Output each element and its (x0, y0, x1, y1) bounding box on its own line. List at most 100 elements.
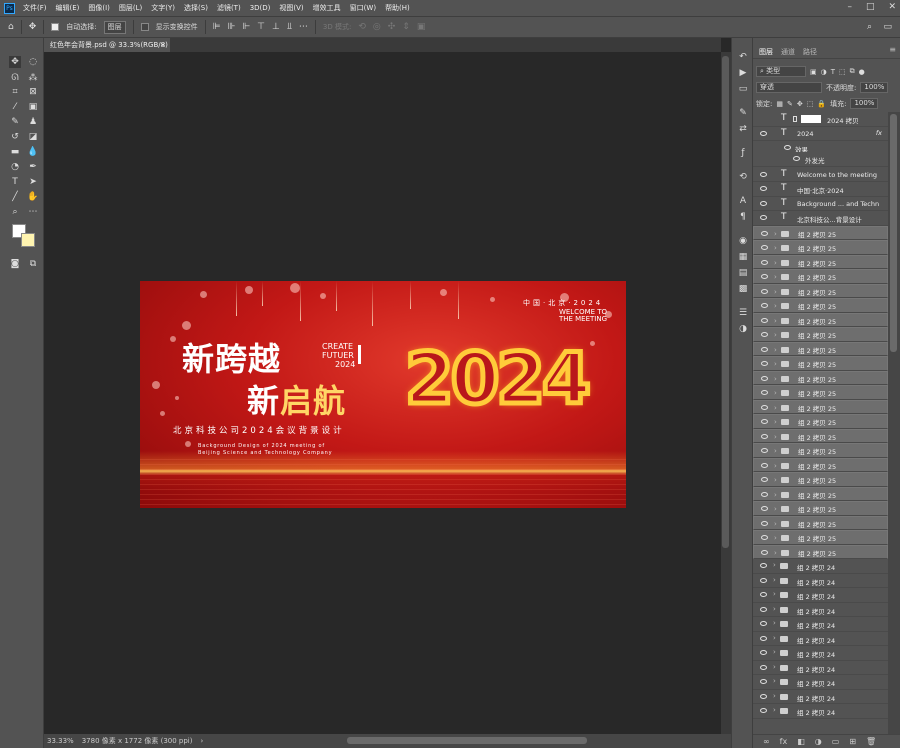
visibility-eye-icon[interactable] (760, 577, 767, 583)
group-row[interactable]: › 组 2 拷贝 25 (753, 225, 888, 240)
blend-mode-dropdown[interactable]: 穿透 (756, 82, 822, 93)
group-row[interactable]: › 组 2 拷贝 24 (753, 588, 888, 603)
search-icon[interactable]: ⌕ (867, 22, 872, 32)
group-row[interactable]: › 组 2 拷贝 25 (753, 356, 888, 371)
group-row[interactable]: › 组 2 拷贝 25 (753, 269, 888, 284)
quick-mask-icon[interactable]: ◙ (9, 258, 21, 270)
group-row[interactable]: › 组 2 拷贝 25 (753, 472, 888, 487)
blur-tool-icon[interactable]: 💧 (27, 146, 39, 158)
visibility-eye-icon[interactable] (761, 274, 768, 279)
brush-settings-icon[interactable]: ✎ (738, 108, 748, 118)
chevron-right-icon[interactable]: › (774, 461, 777, 472)
group-row[interactable]: › 组 2 拷贝 24 (753, 602, 888, 617)
menu-edit[interactable]: 编辑(E) (56, 3, 80, 13)
patterns-icon[interactable]: ▩ (738, 284, 748, 294)
status-arrow-icon[interactable]: › (200, 737, 203, 745)
delete-layer-icon[interactable]: 🗑 (866, 737, 876, 746)
home-icon[interactable]: ⌂ (8, 22, 14, 32)
paragraph-icon[interactable]: ¶ (738, 212, 748, 222)
visibility-eye-icon[interactable] (761, 230, 768, 236)
fx-styles-icon[interactable]: ƒ (738, 148, 748, 158)
group-row[interactable]: › 组 2 拷贝 24 (753, 660, 888, 675)
chevron-right-icon[interactable]: › (773, 692, 776, 700)
group-row[interactable]: › 组 2 拷贝 25 (753, 530, 888, 545)
chevron-right-icon[interactable]: › (773, 663, 776, 671)
chevron-right-icon[interactable]: › (774, 229, 777, 240)
fill-field[interactable]: 100% (850, 98, 879, 109)
group-row[interactable]: › 组 2 拷贝 24 (753, 631, 888, 646)
menu-filter[interactable]: 滤镜(T) (217, 3, 241, 13)
properties-icon[interactable]: ☰ (738, 308, 748, 318)
layer-row[interactable]: T 中国·北京·2024 (753, 182, 888, 197)
move-tool-icon[interactable]: ✥ (9, 56, 21, 68)
canvas-horizontal-scroll-thumb[interactable] (347, 737, 587, 744)
lasso-tool-icon[interactable]: ᘏ (9, 72, 21, 84)
visibility-eye-icon[interactable] (761, 375, 768, 381)
3d-scale-icon[interactable]: ▣ (417, 22, 426, 32)
type-tool-icon[interactable]: T (9, 176, 21, 188)
chevron-right-icon[interactable]: › (774, 287, 777, 298)
chevron-right-icon[interactable]: › (774, 403, 777, 414)
layer-row[interactable]: T Background ... and Techn (753, 196, 888, 211)
opacity-field[interactable]: 100% (860, 82, 889, 93)
chevron-right-icon[interactable]: › (774, 301, 777, 312)
chevron-right-icon[interactable]: › (773, 634, 776, 642)
visibility-eye-icon[interactable] (760, 171, 767, 177)
lock-artboard-icon[interactable]: ⬚ (807, 100, 814, 108)
group-row[interactable]: › 组 2 拷贝 24 (753, 573, 888, 588)
chevron-right-icon[interactable]: › (774, 258, 777, 269)
visibility-eye-icon[interactable] (761, 390, 768, 395)
crop-tool-icon[interactable]: ⌗ (9, 86, 21, 98)
group-row[interactable]: › 组 2 拷贝 25 (753, 428, 888, 443)
3d-roll-icon[interactable]: ◎ (373, 22, 381, 32)
lock-paint-icon[interactable]: ✎ (787, 100, 793, 108)
group-row[interactable]: › 组 2 拷贝 24 (753, 617, 888, 632)
visibility-eye-icon[interactable] (761, 549, 768, 555)
chevron-right-icon[interactable]: › (773, 619, 776, 627)
3d-slide-icon[interactable]: ⇕ (402, 22, 410, 32)
tab-paths[interactable]: 路径 (803, 47, 817, 57)
stamp-tool-icon[interactable]: ♟ (27, 116, 39, 128)
align-bottom-icon[interactable]: ⫫ (287, 22, 292, 32)
tab-channels[interactable]: 通道 (781, 47, 795, 57)
pen-tool-icon[interactable]: ✒ (27, 161, 39, 173)
layer-row[interactable]: T Welcome to the meeting (753, 167, 888, 182)
group-row[interactable]: › 组 2 拷贝 24 (753, 704, 888, 719)
visibility-eye-icon[interactable] (761, 288, 768, 294)
swatches-icon[interactable]: ▦ (738, 252, 748, 262)
effect-row[interactable]: 外发光 (753, 152, 888, 167)
chevron-right-icon[interactable]: › (774, 330, 777, 341)
line-tool-icon[interactable]: ╱ (9, 191, 21, 203)
group-row[interactable]: › 组 2 拷贝 24 (753, 675, 888, 690)
visibility-eye-icon[interactable] (760, 650, 767, 655)
visibility-eye-icon[interactable] (761, 346, 768, 352)
chevron-right-icon[interactable]: › (774, 475, 777, 486)
chevron-right-icon[interactable]: › (774, 519, 777, 530)
visibility-eye-icon[interactable] (761, 404, 768, 410)
group-row[interactable]: › 组 2 拷贝 25 (753, 515, 888, 530)
visibility-eye-icon[interactable] (761, 506, 768, 511)
chevron-right-icon[interactable]: › (774, 504, 777, 515)
visibility-eye-icon[interactable] (761, 462, 768, 468)
group-row[interactable]: › 组 2 拷贝 24 (753, 646, 888, 661)
history-icon[interactable]: ↶ (738, 52, 748, 62)
3d-orbit-icon[interactable]: ⟲ (358, 22, 366, 32)
menu-3d[interactable]: 3D(D) (250, 4, 271, 12)
add-style-icon[interactable]: fx (780, 737, 788, 746)
hand-tool-icon[interactable]: ✋ (27, 191, 39, 203)
visibility-eye-icon[interactable] (761, 317, 768, 323)
lock-position-icon[interactable]: ✥ (797, 100, 803, 108)
align-right-icon[interactable]: ⊩ (242, 22, 250, 32)
visibility-eye-icon[interactable] (760, 563, 767, 568)
menu-layer[interactable]: 图层(L) (119, 3, 142, 13)
layer-row[interactable]: T 2024 拷贝 (753, 112, 888, 127)
close-tab-button[interactable]: × (160, 38, 166, 52)
group-row[interactable]: › 组 2 拷贝 25 (753, 298, 888, 313)
group-row[interactable]: › 组 2 拷贝 25 (753, 254, 888, 269)
more-options-icon[interactable]: ⋯ (299, 22, 308, 32)
adjustment-layer-icon[interactable]: ◑ (815, 737, 822, 746)
visibility-eye-icon[interactable] (760, 215, 767, 220)
group-row[interactable]: › 组 2 拷贝 25 (753, 457, 888, 472)
actions-icon[interactable]: ▶ (738, 68, 748, 78)
auto-select-checkbox[interactable] (51, 23, 60, 31)
